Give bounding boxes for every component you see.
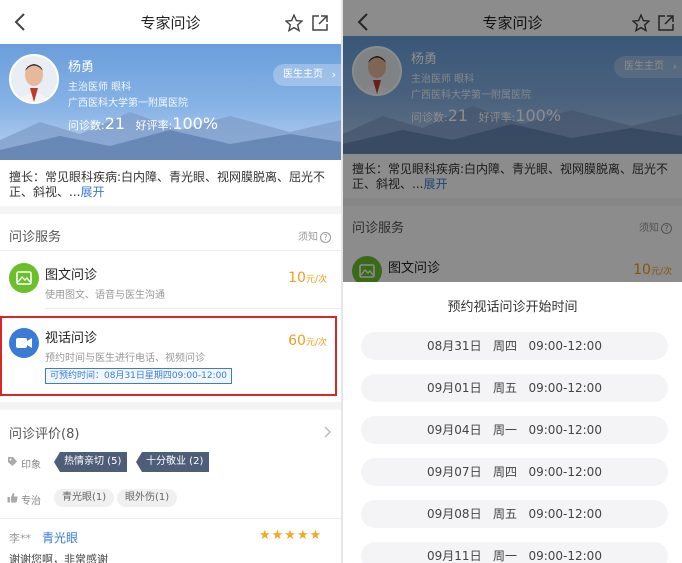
time-slot-option[interactable]: 09月08日 周五 09:00-12:00 [361,500,668,528]
time-slot-option[interactable]: 09月07日 周四 09:00-12:00 [361,458,668,486]
review-tag: 青光眼 [42,531,79,545]
service-name: 视话问诊 [45,331,98,346]
rating-label: 好评率: [135,119,173,132]
doctor-homepage-label: 医生主页 [283,69,323,80]
time-slot-option[interactable]: 09月01日 周五 09:00-12:00 [361,374,668,402]
expertise-label: 专治 [21,496,41,507]
divider [0,518,341,519]
share-icon[interactable] [311,14,329,32]
chevron-right-icon: › [331,68,336,81]
review-user: 李** [9,532,31,545]
rating-value: 100% [172,114,219,133]
video-camera-icon [9,328,39,358]
question-icon: ? [320,232,331,243]
image-icon [9,263,39,293]
service-name: 图文问诊 [45,268,98,283]
review-stars: ★★★★★ [259,528,323,543]
doctor-stats: 问诊数:21 好评率:100% [68,114,218,133]
doctor-name: 杨勇 [68,60,95,75]
modal-backdrop[interactable] [343,0,682,282]
doctor-detail-screen: 专家问诊 杨勇 主治医师 眼科 广西医科大学第一附属医院 问诊数:21 好评率:… [0,0,341,563]
services-note-label: 须知 [298,232,318,243]
services-title: 问诊服务 [9,230,62,245]
section-gap [0,206,341,214]
service-price: 60元/次 [288,333,327,349]
time-slot-option[interactable]: 08月31日 周四 09:00-12:00 [361,332,668,360]
consult-count-value: 21 [104,114,126,133]
impression-tag[interactable]: 热情亲切 (5) [54,452,128,472]
price-unit: 元/次 [305,338,327,348]
expertise-tag[interactable]: 眼外伤(1) [117,489,178,507]
appointment-picker-screen: 专家问诊 杨勇 主治医师 眼科 广西医科大学第一附属医院 问诊数:21 好评率:… [343,0,682,563]
chevron-right-icon[interactable] [323,425,333,439]
time-slot-option[interactable]: 09月11日 周一 09:00-12:00 [361,542,668,563]
time-picker-sheet: 预约视话问诊开始时间 08月31日 周四 09:00-12:00 09月01日 … [343,282,682,563]
nav-bar: 专家问诊 [0,0,341,44]
review-text: 谢谢您啊，非常感谢 [9,553,108,563]
service-desc: 使用图文、语音与医生沟通 [45,290,165,301]
screenshot-root: 专家问诊 杨勇 主治医师 眼科 广西医科大学第一附属医院 问诊数:21 好评率:… [0,0,682,563]
price-unit: 元/次 [305,275,327,285]
specialty-body: 擅长：常见眼科疾病:白内障、青光眼、视网膜脱离、屈光不正、斜视、... [9,170,326,199]
doctor-avatar [9,54,59,104]
doctor-title: 主治医师 眼科 [68,82,132,93]
sheet-title: 预约视话问诊开始时间 [447,300,578,315]
star-favorite-icon[interactable] [285,14,303,32]
divider [45,308,341,309]
price-value: 10 [288,270,306,286]
impression-tag[interactable]: 十分敬业 (2) [136,452,210,472]
doctor-header: 杨勇 主治医师 眼科 广西医科大学第一附属医院 问诊数:21 好评率:100% … [0,44,341,160]
divider [0,250,341,251]
specialty-text: 擅长：常见眼科疾病:白内障、青光眼、视网膜脱离、屈光不正、斜视、...展开 [9,170,329,200]
thumbs-up-icon [7,493,18,503]
reviews-title[interactable]: 问诊评价(8) [9,423,79,442]
service-price: 10元/次 [288,270,327,286]
consult-count-label: 问诊数: [68,119,105,132]
service-desc: 预约时间与医生进行电话、视频问诊 [45,353,205,364]
time-slot-option[interactable]: 09月04日 周一 09:00-12:00 [361,416,668,444]
expertise-tag[interactable]: 青光眼(1) [54,489,115,507]
doctor-hospital: 广西医科大学第一附属医院 [68,98,188,109]
section-gap [0,402,341,410]
price-value: 60 [288,333,306,349]
tag-icon [8,457,17,466]
doctor-homepage-button[interactable]: 医生主页 › [273,64,341,86]
expand-link[interactable]: 展开 [80,185,104,199]
available-time-tag: 可预约时间：08月31日星期四09:00-12:00 [45,368,233,384]
impression-label: 印象 [21,460,41,471]
services-note[interactable]: 须知? [298,228,331,243]
